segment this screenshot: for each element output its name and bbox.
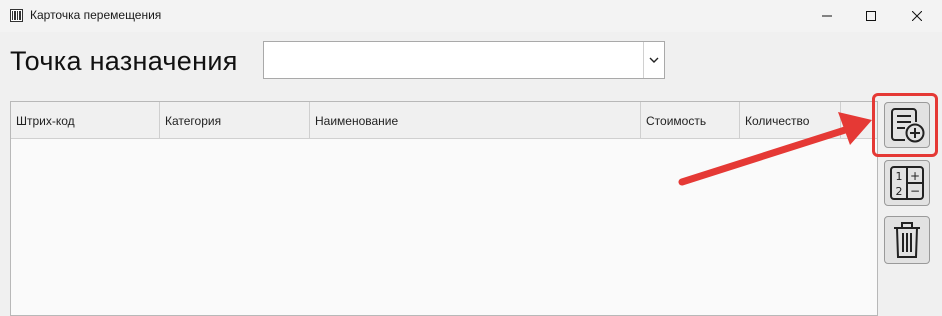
minimize-button[interactable]: [804, 0, 850, 32]
column-header-category[interactable]: Категория: [160, 102, 310, 138]
destination-label: Точка назначения: [10, 46, 238, 76]
close-icon: [912, 11, 922, 21]
minimize-icon: [822, 15, 832, 17]
maximize-icon: [866, 11, 876, 21]
dropdown-toggle[interactable]: [643, 42, 664, 78]
column-header-quantity[interactable]: Количество: [740, 102, 841, 138]
title-bar: Карточка перемещения: [0, 0, 942, 32]
calculator-icon: 1 2 + −: [890, 166, 924, 200]
calc-glyph-1: 1: [896, 170, 903, 183]
grid-header: Штрих-код Категория Наименование Стоимос…: [11, 102, 877, 139]
maximize-button[interactable]: [848, 0, 894, 32]
quantity-button[interactable]: 1 2 + −: [884, 160, 930, 206]
items-grid[interactable]: Штрих-код Категория Наименование Стоимос…: [10, 101, 878, 316]
calc-glyph-plus: +: [910, 169, 920, 183]
calc-glyph-2: 2: [896, 185, 903, 198]
highlight-box: [872, 93, 938, 157]
delete-button[interactable]: [884, 216, 930, 264]
window-title: Карточка перемещения: [30, 8, 162, 22]
chevron-down-icon: [649, 57, 659, 63]
calc-glyph-minus: −: [910, 184, 920, 198]
close-button[interactable]: [894, 0, 940, 32]
column-header-barcode[interactable]: Штрих-код: [11, 102, 160, 138]
column-header-name[interactable]: Наименование: [310, 102, 641, 138]
destination-select[interactable]: [263, 41, 665, 79]
grid-body[interactable]: [11, 138, 877, 315]
column-header-cost[interactable]: Стоимость: [641, 102, 740, 138]
trash-icon: [894, 222, 920, 258]
barcode-app-icon: [10, 9, 23, 22]
